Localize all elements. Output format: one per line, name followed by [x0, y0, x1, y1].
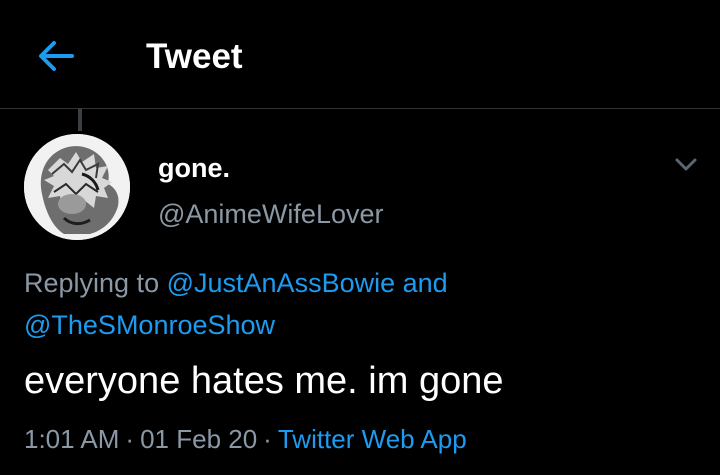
mention-link-2[interactable]: @TheSMonroeShow	[24, 310, 275, 340]
tweet-source-link[interactable]: Twitter Web App	[278, 424, 467, 454]
page-title: Tweet	[146, 37, 243, 76]
reply-conjunction: and	[402, 268, 448, 298]
thread-connector-line	[78, 109, 82, 131]
meta-separator-1: ·	[125, 424, 135, 454]
mention-link-1[interactable]: @JustAnAssBowie	[167, 268, 396, 298]
meta-separator-2: ·	[263, 424, 272, 454]
tweet-menu-button[interactable]	[670, 150, 702, 178]
tweet-date[interactable]: 01 Feb 20	[140, 424, 257, 454]
tweet-text: everyone hates me. im gone	[24, 360, 504, 402]
replying-to-line-2: @TheSMonroeShow	[24, 308, 275, 342]
top-bar: Tweet	[0, 0, 720, 109]
tweet-time[interactable]: 1:01 AM	[24, 424, 119, 454]
avatar-image	[24, 134, 130, 240]
replying-to-label: Replying to	[24, 268, 160, 298]
back-button[interactable]	[34, 36, 78, 76]
arrow-left-icon	[39, 41, 74, 71]
author-display-name[interactable]: gone.	[158, 152, 230, 184]
chevron-down-icon	[675, 158, 697, 171]
replying-to-line: Replying to @JustAnAssBowie and	[24, 266, 448, 300]
avatar[interactable]	[24, 134, 130, 240]
tweet-meta: 1:01 AM · 01 Feb 20 · Twitter Web App	[24, 422, 467, 456]
author-handle[interactable]: @AnimeWifeLover	[158, 198, 383, 230]
